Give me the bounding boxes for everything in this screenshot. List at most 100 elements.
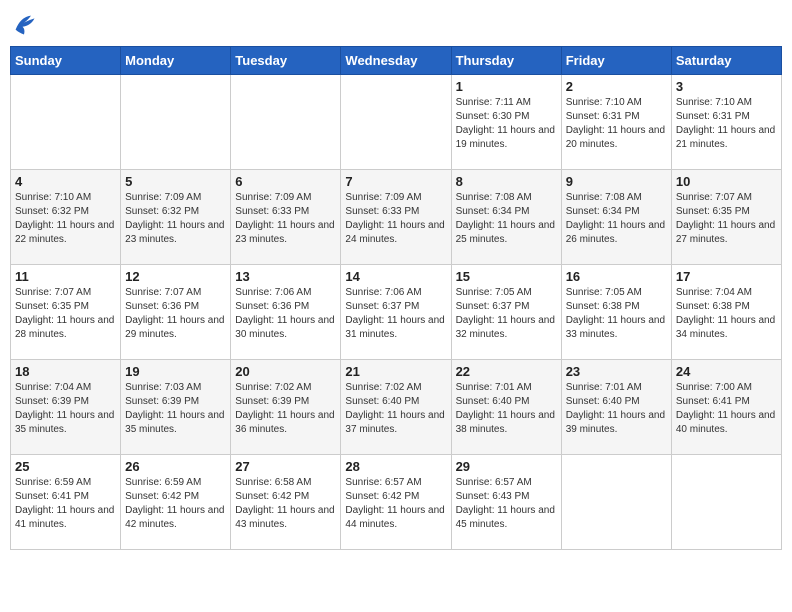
day-info: Sunrise: 7:07 AM Sunset: 6:36 PM Dayligh… [125, 286, 226, 342]
day-info: Sunrise: 7:07 AM Sunset: 6:35 PM Dayligh… [15, 286, 116, 342]
day-number: 7 [345, 174, 446, 189]
day-info: Sunrise: 7:06 AM Sunset: 6:36 PM Dayligh… [235, 286, 336, 342]
calendar-cell: 2 Sunrise: 7:10 AM Sunset: 6:31 PM Daylig… [561, 75, 671, 170]
day-header-wednesday: Wednesday [341, 47, 451, 75]
calendar-cell [341, 75, 451, 170]
day-number: 14 [345, 269, 446, 284]
day-info: Sunrise: 7:10 AM Sunset: 6:31 PM Dayligh… [566, 96, 667, 152]
day-info: Sunrise: 6:58 AM Sunset: 6:42 PM Dayligh… [235, 476, 336, 532]
calendar-cell [11, 75, 121, 170]
calendar-cell: 24 Sunrise: 7:00 AM Sunset: 6:41 PM Dayli… [671, 360, 781, 455]
calendar-header-row: SundayMondayTuesdayWednesdayThursdayFrid… [11, 47, 782, 75]
day-info: Sunrise: 6:57 AM Sunset: 6:42 PM Dayligh… [345, 476, 446, 532]
calendar-cell [231, 75, 341, 170]
calendar-cell: 25Sunrise: 6:59 AM Sunset: 6:41 PM Dayli… [11, 455, 121, 550]
day-number: 28 [345, 459, 446, 474]
calendar-cell: 13 Sunrise: 7:06 AM Sunset: 6:36 PM Dayli… [231, 265, 341, 360]
day-header-tuesday: Tuesday [231, 47, 341, 75]
day-number: 13 [235, 269, 336, 284]
day-info: Sunrise: 6:57 AM Sunset: 6:43 PM Dayligh… [456, 476, 557, 532]
calendar-cell: 6 Sunrise: 7:09 AM Sunset: 6:33 PM Daylig… [231, 170, 341, 265]
day-number: 3 [676, 79, 777, 94]
day-number: 26 [125, 459, 226, 474]
day-number: 9 [566, 174, 667, 189]
calendar-cell: 11 Sunrise: 7:07 AM Sunset: 6:35 PM Dayli… [11, 265, 121, 360]
day-info: Sunrise: 7:10 AM Sunset: 6:31 PM Dayligh… [676, 96, 777, 152]
day-number: 22 [456, 364, 557, 379]
day-info: Sunrise: 7:00 AM Sunset: 6:41 PM Dayligh… [676, 381, 777, 437]
day-info: Sunrise: 7:01 AM Sunset: 6:40 PM Dayligh… [456, 381, 557, 437]
calendar-cell: 21Sunrise: 7:02 AM Sunset: 6:40 PM Dayli… [341, 360, 451, 455]
day-number: 17 [676, 269, 777, 284]
calendar-cell: 23 Sunrise: 7:01 AM Sunset: 6:40 PM Dayli… [561, 360, 671, 455]
calendar-cell: 19 Sunrise: 7:03 AM Sunset: 6:39 PM Dayli… [121, 360, 231, 455]
calendar-cell: 10Sunrise: 7:07 AM Sunset: 6:35 PM Dayli… [671, 170, 781, 265]
day-info: Sunrise: 7:01 AM Sunset: 6:40 PM Dayligh… [566, 381, 667, 437]
day-info: Sunrise: 7:09 AM Sunset: 6:33 PM Dayligh… [345, 191, 446, 247]
day-header-friday: Friday [561, 47, 671, 75]
day-info: Sunrise: 7:04 AM Sunset: 6:39 PM Dayligh… [15, 381, 116, 437]
day-info: Sunrise: 6:59 AM Sunset: 6:42 PM Dayligh… [125, 476, 226, 532]
day-number: 24 [676, 364, 777, 379]
day-info: Sunrise: 7:11 AM Sunset: 6:30 PM Dayligh… [456, 96, 557, 152]
calendar-cell: 22 Sunrise: 7:01 AM Sunset: 6:40 PM Dayli… [451, 360, 561, 455]
calendar-cell: 27Sunrise: 6:58 AM Sunset: 6:42 PM Dayli… [231, 455, 341, 550]
day-info: Sunrise: 7:06 AM Sunset: 6:37 PM Dayligh… [345, 286, 446, 342]
logo [10, 10, 42, 38]
calendar-cell: 14 Sunrise: 7:06 AM Sunset: 6:37 PM Dayli… [341, 265, 451, 360]
calendar-cell [671, 455, 781, 550]
calendar-cell [121, 75, 231, 170]
day-number: 1 [456, 79, 557, 94]
day-number: 25 [15, 459, 116, 474]
calendar-cell [561, 455, 671, 550]
day-number: 2 [566, 79, 667, 94]
day-info: Sunrise: 7:08 AM Sunset: 6:34 PM Dayligh… [566, 191, 667, 247]
day-info: Sunrise: 7:09 AM Sunset: 6:33 PM Dayligh… [235, 191, 336, 247]
day-number: 20 [235, 364, 336, 379]
calendar-cell: 4 Sunrise: 7:10 AM Sunset: 6:32 PM Daylig… [11, 170, 121, 265]
day-number: 19 [125, 364, 226, 379]
day-number: 12 [125, 269, 226, 284]
day-info: Sunrise: 7:02 AM Sunset: 6:39 PM Dayligh… [235, 381, 336, 437]
day-info: Sunrise: 7:03 AM Sunset: 6:39 PM Dayligh… [125, 381, 226, 437]
day-info: Sunrise: 7:08 AM Sunset: 6:34 PM Dayligh… [456, 191, 557, 247]
calendar-cell: 17 Sunrise: 7:04 AM Sunset: 6:38 PM Dayli… [671, 265, 781, 360]
calendar-week-3: 11 Sunrise: 7:07 AM Sunset: 6:35 PM Dayli… [11, 265, 782, 360]
calendar-cell: 16Sunrise: 7:05 AM Sunset: 6:38 PM Dayli… [561, 265, 671, 360]
day-number: 6 [235, 174, 336, 189]
day-header-monday: Monday [121, 47, 231, 75]
calendar-cell: 18 Sunrise: 7:04 AM Sunset: 6:39 PM Dayli… [11, 360, 121, 455]
calendar-week-5: 25Sunrise: 6:59 AM Sunset: 6:41 PM Dayli… [11, 455, 782, 550]
day-number: 8 [456, 174, 557, 189]
calendar-week-4: 18 Sunrise: 7:04 AM Sunset: 6:39 PM Dayli… [11, 360, 782, 455]
day-number: 10 [676, 174, 777, 189]
calendar-week-1: 1 Sunrise: 7:11 AM Sunset: 6:30 PM Daylig… [11, 75, 782, 170]
calendar-cell: 20 Sunrise: 7:02 AM Sunset: 6:39 PM Dayli… [231, 360, 341, 455]
day-number: 16 [566, 269, 667, 284]
day-number: 4 [15, 174, 116, 189]
logo-bird-icon [10, 10, 38, 38]
day-info: Sunrise: 7:10 AM Sunset: 6:32 PM Dayligh… [15, 191, 116, 247]
calendar-cell: 28 Sunrise: 6:57 AM Sunset: 6:42 PM Dayli… [341, 455, 451, 550]
calendar-cell: 7 Sunrise: 7:09 AM Sunset: 6:33 PM Daylig… [341, 170, 451, 265]
day-number: 15 [456, 269, 557, 284]
day-number: 23 [566, 364, 667, 379]
calendar-cell: 8 Sunrise: 7:08 AM Sunset: 6:34 PM Daylig… [451, 170, 561, 265]
day-info: Sunrise: 7:09 AM Sunset: 6:32 PM Dayligh… [125, 191, 226, 247]
day-info: Sunrise: 7:02 AM Sunset: 6:40 PM Dayligh… [345, 381, 446, 437]
calendar-cell: 1 Sunrise: 7:11 AM Sunset: 6:30 PM Daylig… [451, 75, 561, 170]
calendar-cell: 9 Sunrise: 7:08 AM Sunset: 6:34 PM Daylig… [561, 170, 671, 265]
day-number: 18 [15, 364, 116, 379]
calendar-cell: 15 Sunrise: 7:05 AM Sunset: 6:37 PM Dayli… [451, 265, 561, 360]
day-number: 11 [15, 269, 116, 284]
day-number: 29 [456, 459, 557, 474]
calendar-cell: 3 Sunrise: 7:10 AM Sunset: 6:31 PM Daylig… [671, 75, 781, 170]
page-header [10, 10, 782, 38]
calendar-cell: 29 Sunrise: 6:57 AM Sunset: 6:43 PM Dayli… [451, 455, 561, 550]
day-header-thursday: Thursday [451, 47, 561, 75]
day-info: Sunrise: 7:04 AM Sunset: 6:38 PM Dayligh… [676, 286, 777, 342]
calendar-week-2: 4 Sunrise: 7:10 AM Sunset: 6:32 PM Daylig… [11, 170, 782, 265]
day-info: Sunrise: 7:05 AM Sunset: 6:37 PM Dayligh… [456, 286, 557, 342]
calendar-cell: 12 Sunrise: 7:07 AM Sunset: 6:36 PM Dayli… [121, 265, 231, 360]
calendar-cell: 5Sunrise: 7:09 AM Sunset: 6:32 PM Daylig… [121, 170, 231, 265]
